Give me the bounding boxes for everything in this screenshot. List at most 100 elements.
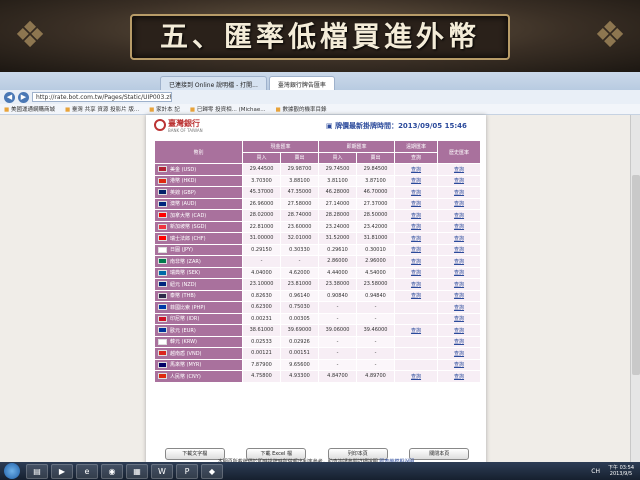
history-query-link[interactable]: 查詢 [454, 374, 464, 380]
currency-cell: 泰幣 (THB) [154, 289, 243, 302]
currency-cell: 瑞典幣 (SEK) [154, 266, 243, 279]
folder-icon[interactable]: ▦ [126, 463, 148, 479]
url-field[interactable]: http://rate.bot.com.tw/Pages/Static/UIP0… [32, 92, 172, 102]
back-icon[interactable]: ◀ [4, 91, 15, 103]
scrollbar-thumb[interactable] [632, 175, 640, 375]
history-query-link[interactable]: 查詢 [454, 316, 464, 322]
tab-bot-rates[interactable]: 臺灣銀行牌告匯率 [268, 76, 335, 90]
forward-cell [394, 335, 439, 348]
history-query-link[interactable]: 查詢 [454, 282, 464, 288]
history-query-link[interactable]: 查詢 [454, 328, 464, 334]
history-query-link[interactable]: 查詢 [454, 362, 464, 368]
history-query-link[interactable]: 查詢 [454, 213, 464, 219]
flag-ca-icon [158, 212, 167, 219]
spot-sell-cell: 27.37000 [356, 197, 396, 210]
start-button[interactable] [4, 463, 20, 479]
currency-cell: 菲國比索 (PHP) [154, 301, 243, 314]
cash-buy-cell: 38.61000 [242, 324, 281, 337]
table-row: 紐元 (NZD) 23.10000 23.81000 23.38000 23.58000… [154, 278, 482, 291]
table-row: 南非幣 (ZAR) - -2.86000 2.96000 查詢 查詢 [154, 255, 482, 268]
spot-buy-cell: 23.24000 [318, 220, 358, 233]
spot-buy-cell: 28.28000 [318, 209, 358, 222]
flag-ch-icon [158, 235, 167, 242]
powerpoint-icon[interactable]: P [176, 463, 198, 479]
history-query-link[interactable]: 查詢 [454, 167, 464, 173]
favorites-bar: 美國運通網購商城 臺灣 共享 資源 投影片 版... 家計本 記 已歸零 投資相… [0, 104, 640, 115]
forward-query-link[interactable]: 查詢 [411, 247, 421, 253]
flag-hk-icon [158, 177, 167, 184]
history-query-link[interactable]: 查詢 [454, 305, 464, 311]
chrome-icon[interactable]: ◉ [101, 463, 123, 479]
table-row: 印尼幣 (IDR) 0.00231 0.00305- - 查詢 [154, 312, 482, 325]
forward-query-link[interactable]: 查詢 [411, 328, 421, 334]
history-query-link[interactable]: 查詢 [454, 293, 464, 299]
forward-cell [394, 312, 439, 325]
forward-cell [394, 301, 439, 314]
cash-buy-cell: 7.87900 [242, 358, 281, 371]
history-query-link[interactable]: 查詢 [454, 259, 464, 265]
forward-query-link[interactable]: 查詢 [411, 374, 421, 380]
flag-us-icon [158, 166, 167, 173]
forward-query-link[interactable]: 查詢 [411, 224, 421, 230]
history-query-link[interactable]: 查詢 [454, 351, 464, 357]
forward-icon[interactable]: ▶ [18, 91, 29, 103]
history-query-link[interactable]: 查詢 [454, 178, 464, 184]
forward-query-link[interactable]: 查詢 [411, 178, 421, 184]
forward-query-link[interactable]: 查詢 [411, 259, 421, 265]
history-query-link[interactable]: 查詢 [454, 224, 464, 230]
app-icon[interactable]: ◆ [201, 463, 223, 479]
favorite-item[interactable]: 臺灣 共享 資源 投影片 版... [65, 105, 139, 113]
favorite-item[interactable]: 美國運通網購商城 [4, 105, 55, 113]
media-player-icon[interactable]: ▶ [51, 463, 73, 479]
clock[interactable]: 下午 03:54 2013/9/5 [608, 465, 634, 477]
cash-sell-cell: 0.02926 [279, 335, 320, 348]
forward-query-link[interactable]: 查詢 [411, 293, 421, 299]
favorite-item[interactable]: 已歸零 投資相... (Michae... [190, 105, 266, 113]
history-query-link[interactable]: 查詢 [454, 201, 464, 207]
explorer-icon[interactable]: ▤ [26, 463, 48, 479]
forward-query-link[interactable]: 查詢 [411, 201, 421, 207]
header-cash-sell: 賣出 [279, 151, 320, 164]
cash-sell-cell: 23.60000 [279, 220, 320, 233]
flag-th-icon [158, 292, 167, 299]
currency-cell: 紐元 (NZD) [154, 278, 243, 291]
forward-query-link[interactable]: 查詢 [411, 190, 421, 196]
forward-query-link[interactable]: 查詢 [411, 236, 421, 242]
cash-sell-cell: 0.00151 [279, 347, 320, 360]
currency-cell: 新加坡幣 (SGD) [154, 220, 243, 233]
spot-buy-cell: 0.29610 [318, 243, 358, 256]
currency-name: 馬來幣 (MYR) [170, 362, 202, 369]
history-query-link[interactable]: 查詢 [454, 339, 464, 345]
currency-cell: 港幣 (HKD) [154, 174, 243, 187]
bank-logo-icon [154, 119, 166, 131]
tab-online-help[interactable]: 已連接到 Online 說明檔 - 打開... [160, 76, 267, 90]
word-icon[interactable]: W [151, 463, 173, 479]
forward-query-link[interactable]: 查詢 [411, 270, 421, 276]
forward-query-link[interactable]: 查詢 [411, 167, 421, 173]
spot-buy-cell: 27.14000 [318, 197, 358, 210]
spot-buy-cell: - [318, 312, 358, 325]
vertical-scrollbar[interactable] [630, 115, 640, 468]
monitor-icon: ▣ [326, 122, 336, 130]
spot-buy-cell: 4.44000 [318, 266, 358, 279]
currency-cell: 日圓 (JPY) [154, 243, 243, 256]
ie-icon[interactable]: e [76, 463, 98, 479]
table-row: 澳幣 (AUD) 26.96000 27.58000 27.14000 27.37000… [154, 197, 482, 210]
flag-za-icon [158, 258, 167, 265]
spot-sell-cell: - [356, 301, 396, 314]
forward-query-link[interactable]: 查詢 [411, 213, 421, 219]
history-query-link[interactable]: 查詢 [454, 247, 464, 253]
history-cell: 查詢 [437, 324, 482, 337]
history-cell: 查詢 [437, 255, 482, 268]
favorite-item[interactable]: 數據觀的機率目錄 [276, 105, 326, 113]
forward-query-link[interactable]: 查詢 [411, 282, 421, 288]
history-query-link[interactable]: 查詢 [454, 190, 464, 196]
table-row: 人民幣 (CNY) 4.75800 4.93300 4.84700 4.89700 查詢 查… [154, 370, 482, 383]
history-query-link[interactable]: 查詢 [454, 236, 464, 242]
history-query-link[interactable]: 查詢 [454, 270, 464, 276]
flag-my-icon [158, 361, 167, 368]
table-row: 英鎊 (GBP) 45.37000 47.35000 46.28000 46.70000… [154, 186, 482, 199]
language-indicator[interactable]: CH [591, 468, 600, 475]
favorite-item[interactable]: 家計本 記 [149, 105, 180, 113]
flag-jp-icon [158, 246, 167, 253]
